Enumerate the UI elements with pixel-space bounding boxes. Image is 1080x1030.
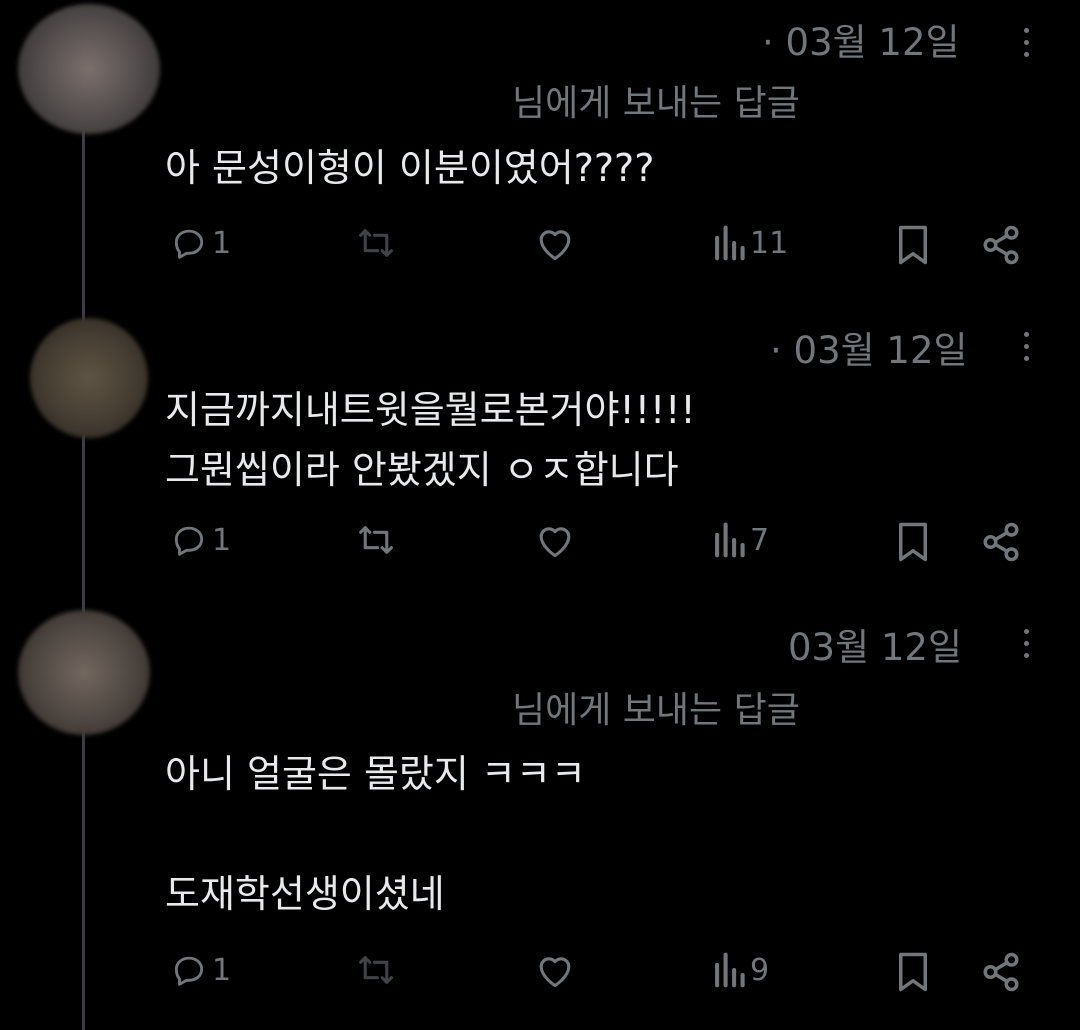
more-icon[interactable] [1022,332,1030,361]
retweet-icon [359,526,393,554]
replying-to: 님에게 보내는 답글 [512,690,800,731]
bookmark-button[interactable] [894,951,932,993]
views-count: 9 [750,952,770,988]
views-count: 7 [750,522,770,558]
reply-button[interactable]: 1 [170,521,231,559]
avatar[interactable] [18,4,160,134]
retweet-icon [359,229,393,257]
action-bar: 1 11 [0,224,1080,274]
replying-to: 님에게 보내는 답글 [512,83,800,124]
reply-count: 1 [212,952,232,988]
share-icon [983,522,1019,562]
bookmark-button[interactable] [894,224,932,266]
share-button[interactable] [980,521,1022,563]
more-icon[interactable] [1022,28,1030,57]
bookmark-button[interactable] [894,521,932,563]
reply-button[interactable]: 1 [170,951,231,989]
tweet-date[interactable]: · 03월 12일 [770,320,968,374]
reply-count: 1 [212,522,232,558]
views-button[interactable]: 7 [712,521,769,559]
tweet-text: 지금까지내트윗을뭘로본거야!!!!! 그뭔씹이라 안봤겠지 ㅇㅈ합니다 [165,388,696,492]
like-button[interactable] [534,224,576,262]
views-button[interactable]: 11 [712,224,788,262]
like-icon [539,230,571,261]
bookmark-icon [899,225,927,265]
views-icon [715,225,745,261]
views-icon [715,952,745,988]
reply-icon [174,229,204,259]
share-icon [983,952,1019,992]
views-button[interactable]: 9 [712,951,769,989]
retweet-button[interactable] [356,951,396,989]
tweet-text: 아니 얼굴은 몰랐지 ㅋㅋㅋ 도재학선생이셨네 [165,752,586,916]
like-icon [539,957,571,988]
tweet-date[interactable]: · 03월 12일 [762,12,960,66]
reply-button[interactable]: 1 [170,224,231,262]
views-icon [715,522,745,558]
reply-icon [174,956,204,986]
tweet-text: 아 문성이형이 이분이였어???? [165,146,655,190]
tweet-date[interactable]: 03월 12일 [788,617,962,671]
more-icon[interactable] [1022,629,1030,658]
avatar[interactable] [18,610,150,735]
like-icon [539,527,571,558]
bookmark-icon [899,952,927,992]
share-button[interactable] [980,224,1022,266]
retweet-button[interactable] [356,224,396,262]
bookmark-icon [899,522,927,562]
avatar[interactable] [30,318,148,438]
action-bar: 1 7 [0,521,1080,571]
action-bar: 1 9 [0,951,1080,1001]
share-button[interactable] [980,951,1022,993]
retweet-icon [359,956,393,984]
like-button[interactable] [534,521,576,559]
reply-count: 1 [212,225,232,261]
like-button[interactable] [534,951,576,989]
retweet-button[interactable] [356,521,396,559]
reply-icon [174,526,204,556]
views-count: 11 [750,225,789,261]
share-icon [983,225,1019,265]
